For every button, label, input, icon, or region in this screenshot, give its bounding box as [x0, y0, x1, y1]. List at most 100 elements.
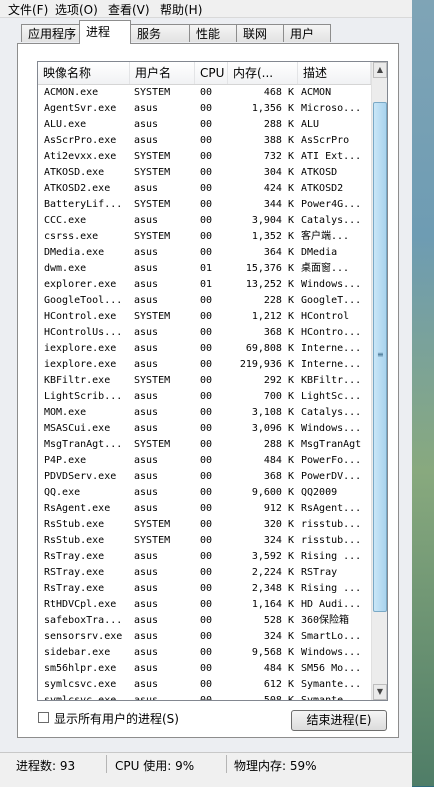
user-name-cell: asus	[134, 471, 159, 482]
table-row[interactable]: ATKOSD.exe SYSTEM 00 304 K ATKOSD	[38, 165, 371, 181]
tab-applications[interactable]: 应用程序	[21, 24, 80, 42]
description-cell: HContro...	[301, 327, 362, 338]
cpu-cell: 01	[200, 279, 213, 290]
table-row[interactable]: iexplore.exe asus 00 69,808 K Interne...	[38, 341, 371, 357]
table-row[interactable]: PDVDServ.exe asus 00 368 K PowerDV...	[38, 469, 371, 485]
menu-view[interactable]: 查看(V)	[104, 1, 154, 18]
user-name-cell: SYSTEM	[134, 535, 171, 546]
memory-cell: 320 K	[263, 519, 294, 530]
memory-cell: 368 K	[263, 471, 294, 482]
scroll-down-button[interactable]: ▼	[373, 684, 387, 700]
end-process-button[interactable]: 结束进程(E)	[291, 710, 387, 731]
image-name-cell: LightScrib...	[44, 391, 123, 402]
tab-services[interactable]: 服务	[130, 24, 190, 42]
menu-help[interactable]: 帮助(H)	[156, 1, 206, 18]
image-name-cell: ACMON.exe	[44, 87, 99, 98]
image-name-cell: GoogleTool...	[44, 295, 123, 306]
tab-users[interactable]: 用户	[283, 24, 331, 42]
user-name-cell: asus	[134, 135, 159, 146]
user-name-cell: asus	[134, 647, 159, 658]
table-row[interactable]: symlcsvc.exe asus 00 612 K Symante...	[38, 677, 371, 693]
table-row[interactable]: RsStub.exe SYSTEM 00 320 K risstub...	[38, 517, 371, 533]
show-all-users-label[interactable]: 显示所有用户的进程(S)	[54, 710, 179, 727]
table-row[interactable]: dwm.exe asus 01 15,376 K 桌面窗...	[38, 261, 371, 277]
table-row[interactable]: explorer.exe asus 01 13,252 K Windows...	[38, 277, 371, 293]
tab-networking[interactable]: 联网	[236, 24, 284, 42]
status-bar: 进程数: 93 CPU 使用: 9% 物理内存: 59%	[0, 752, 412, 787]
table-row[interactable]: HControlUs... asus 00 368 K HContro...	[38, 325, 371, 341]
table-row[interactable]: ACMON.exe SYSTEM 00 468 K ACMON	[38, 85, 371, 101]
table-row[interactable]: RsTray.exe asus 00 2,348 K Rising ...	[38, 581, 371, 597]
menu-options[interactable]: 选项(O)	[51, 1, 102, 18]
table-row[interactable]: GoogleTool... asus 00 228 K GoogleT...	[38, 293, 371, 309]
table-row[interactable]: AgentSvr.exe asus 00 1,356 K Microso...	[38, 101, 371, 117]
description-cell: 客户端...	[301, 231, 350, 242]
table-row[interactable]: P4P.exe asus 00 484 K PowerFo...	[38, 453, 371, 469]
table-row[interactable]: RsTray.exe asus 00 3,592 K Rising ...	[38, 549, 371, 565]
cpu-cell: 00	[200, 183, 213, 194]
table-row[interactable]: RSTray.exe asus 00 2,224 K RSTray	[38, 565, 371, 581]
scroll-up-button[interactable]: ▲	[373, 62, 387, 78]
image-name-cell: RsStub.exe	[44, 535, 105, 546]
tab-processes[interactable]: 进程	[79, 20, 131, 44]
table-row[interactable]: iexplore.exe asus 00 219,936 K Interne...	[38, 357, 371, 373]
image-name-cell: AsScrPro.exe	[44, 135, 117, 146]
cpu-cell: 00	[200, 487, 213, 498]
user-name-cell: asus	[134, 423, 159, 434]
column-memory[interactable]: 内存(...	[228, 62, 298, 84]
column-image-name[interactable]: 映像名称	[38, 62, 130, 84]
table-row[interactable]: Ati2evxx.exe SYSTEM 00 732 K ATI Ext...	[38, 149, 371, 165]
memory-cell: 288 K	[263, 119, 294, 130]
cpu-cell: 00	[200, 695, 213, 701]
table-row[interactable]: HControl.exe SYSTEM 00 1,212 K HControl	[38, 309, 371, 325]
table-row[interactable]: MSASCui.exe asus 00 3,096 K Windows...	[38, 421, 371, 437]
user-name-cell: SYSTEM	[134, 519, 171, 530]
table-row[interactable]: sidebar.exe asus 00 9,568 K Windows...	[38, 645, 371, 661]
table-row[interactable]: DMedia.exe asus 00 364 K DMedia	[38, 245, 371, 261]
user-name-cell: asus	[134, 215, 159, 226]
table-row[interactable]: ATKOSD2.exe asus 00 424 K ATKOSD2	[38, 181, 371, 197]
vertical-scrollbar[interactable]: ▲ ≡ ▼	[371, 62, 387, 700]
column-user-name[interactable]: 用户名	[130, 62, 195, 84]
table-row[interactable]: MsgTranAgt... SYSTEM 00 288 K MsgTranAgt	[38, 437, 371, 453]
table-row[interactable]: KBFiltr.exe SYSTEM 00 292 K KBFiltr...	[38, 373, 371, 389]
user-name-cell: asus	[134, 391, 159, 402]
memory-cell: 364 K	[263, 247, 294, 258]
process-list[interactable]: 映像名称 用户名 CPU 内存(... 描述 ACMON.exe SYSTEM 00…	[37, 61, 388, 701]
scroll-thumb[interactable]: ≡	[373, 102, 387, 612]
table-row[interactable]: safeboxTra... asus 00 528 K 360保险箱	[38, 613, 371, 629]
show-all-users-checkbox[interactable]	[38, 712, 49, 723]
image-name-cell: DMedia.exe	[44, 247, 105, 258]
table-row[interactable]: RsStub.exe SYSTEM 00 324 K risstub...	[38, 533, 371, 549]
menu-file[interactable]: 文件(F)	[4, 1, 52, 18]
user-name-cell: asus	[134, 247, 159, 258]
table-row[interactable]: LightScrib... asus 00 700 K LightSc...	[38, 389, 371, 405]
table-row[interactable]: ALU.exe asus 00 288 K ALU	[38, 117, 371, 133]
table-row[interactable]: QQ.exe asus 00 9,600 K QQ2009	[38, 485, 371, 501]
table-row[interactable]: CCC.exe asus 00 3,904 K Catalys...	[38, 213, 371, 229]
table-row[interactable]: AsScrPro.exe asus 00 388 K AsScrPro	[38, 133, 371, 149]
description-cell: ALU	[301, 119, 320, 130]
table-row[interactable]: RsAgent.exe asus 00 912 K RsAgent...	[38, 501, 371, 517]
image-name-cell: RtHDVCpl.exe	[44, 599, 117, 610]
table-row[interactable]: MOM.exe asus 00 3,108 K Catalys...	[38, 405, 371, 421]
table-row[interactable]: sensorsrv.exe asus 00 324 K SmartLo...	[38, 629, 371, 645]
description-cell: SM56 Mo...	[301, 663, 362, 674]
memory-cell: 1,212 K	[251, 311, 294, 322]
table-row[interactable]: sm56hlpr.exe asus 00 484 K SM56 Mo...	[38, 661, 371, 677]
user-name-cell: asus	[134, 103, 159, 114]
cpu-cell: 00	[200, 87, 213, 98]
table-row[interactable]: BatteryLif... SYSTEM 00 344 K Power4G...	[38, 197, 371, 213]
table-row[interactable]: csrss.exe SYSTEM 00 1,352 K 客户端...	[38, 229, 371, 245]
image-name-cell: explorer.exe	[44, 279, 117, 290]
user-name-cell: asus	[134, 119, 159, 130]
cpu-cell: 00	[200, 647, 213, 658]
table-row[interactable]: RtHDVCpl.exe asus 00 1,164 K HD Audi...	[38, 597, 371, 613]
tab-performance[interactable]: 性能	[189, 24, 237, 42]
table-row[interactable]: symlcsvc.exe asus 00 508 K Symante...	[38, 693, 371, 701]
image-name-cell: HControlUs...	[44, 327, 123, 338]
memory-cell: 13,252 K	[245, 279, 294, 290]
column-description[interactable]: 描述	[298, 62, 371, 84]
description-cell: DMedia	[301, 247, 338, 258]
column-cpu[interactable]: CPU	[195, 62, 228, 84]
